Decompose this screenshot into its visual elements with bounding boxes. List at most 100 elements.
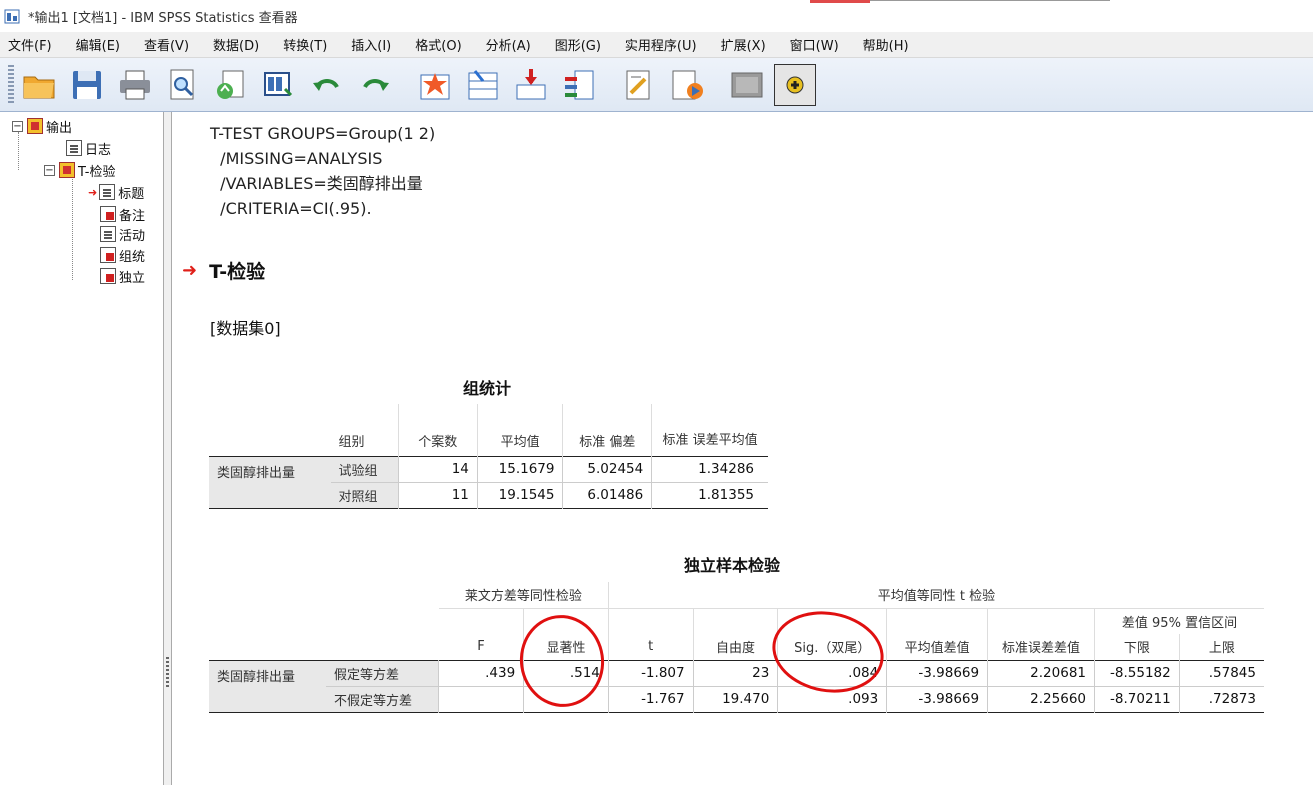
col-header: 组别 (338, 434, 365, 450)
syntax-line: T-TEST GROUPS=Group(1 2) (210, 124, 436, 143)
variable-label: 类固醇排出量 (209, 660, 326, 713)
variable-label: 类固醇排出量 (209, 456, 331, 509)
print-icon[interactable] (114, 64, 156, 106)
menu-window[interactable]: 窗口(W) (790, 35, 839, 54)
menu-view[interactable]: 查看(V) (144, 35, 189, 54)
menu-transform[interactable]: 转换(T) (283, 35, 327, 54)
splitter-handle[interactable] (166, 657, 169, 687)
cell-se[interactable]: 1.81355 (651, 482, 768, 508)
menu-data[interactable]: 数据(D) (213, 35, 259, 54)
goto-data-icon[interactable] (414, 64, 456, 106)
col-header: 下限 (1094, 634, 1180, 660)
cell-se[interactable]: 1.34286 (651, 456, 768, 482)
cell-n[interactable]: 14 (397, 456, 478, 482)
group-label: 试验组 (330, 456, 399, 482)
menu-utilities[interactable]: 实用程序(U) (625, 35, 697, 54)
cell-sig-2tailed[interactable]: .084 (777, 660, 887, 686)
group-stats-table[interactable]: 组别 个案数 平均值 标准 偏差 标准 误差平均值 类固醇排出量 试验组 14 … (209, 404, 768, 509)
cell-f[interactable]: .439 (438, 660, 524, 686)
menu-help[interactable]: 帮助(H) (863, 35, 909, 54)
redo-icon[interactable] (354, 64, 396, 106)
outline-item-ind-test[interactable]: 独立 (100, 266, 145, 286)
cell-ci-lower[interactable]: -8.55182 (1094, 660, 1180, 686)
cell-mean[interactable]: 15.1679 (476, 456, 563, 482)
menu-file[interactable]: 文件(F) (8, 35, 52, 54)
collapse-icon[interactable]: − (12, 120, 23, 132)
add-icon[interactable] (774, 63, 816, 106)
row-label: 假定等方差 (325, 660, 439, 686)
cell-ci-upper[interactable]: .57845 (1178, 660, 1264, 686)
goto-variable-icon[interactable] (510, 64, 552, 106)
output-content[interactable]: T-TEST GROUPS=Group(1 2) /MISSING=ANALYS… (172, 112, 1313, 785)
toolbar (0, 58, 1313, 112)
cell-ci-upper[interactable]: .72873 (1178, 686, 1264, 712)
outline-ttest[interactable]: − T-检验 (44, 160, 115, 180)
cell-ci-lower[interactable]: -8.70211 (1094, 686, 1180, 712)
save-icon[interactable] (66, 64, 108, 106)
current-arrow-icon: ➜ (182, 260, 198, 281)
title-decoration-line (870, 0, 1110, 1)
cell-sig[interactable] (523, 686, 609, 712)
cell-mean[interactable]: 19.1545 (476, 482, 563, 508)
table-row: 类固醇排出量 试验组 14 15.1679 5.02454 1.34286 (209, 456, 768, 509)
cell-t[interactable]: -1.807 (607, 660, 694, 686)
pane-splitter[interactable] (164, 112, 172, 785)
outline-log[interactable]: 日志 (66, 138, 111, 158)
outline-root[interactable]: − 输出 (12, 116, 72, 136)
outline-item-active[interactable]: 活动 (100, 224, 145, 244)
cell-mean-diff[interactable]: -3.98669 (886, 660, 988, 686)
cell-n[interactable]: 11 (397, 482, 478, 508)
cell-mean-diff[interactable]: -3.98669 (886, 686, 988, 712)
recall-dialog-icon[interactable] (258, 64, 300, 106)
cell-sd[interactable]: 5.02454 (562, 456, 652, 482)
outline-item-title[interactable]: ➜ 标题 (88, 182, 144, 202)
outline-item-group-stats[interactable]: 组统 (100, 245, 145, 265)
menu-graphs[interactable]: 图形(G) (555, 35, 601, 54)
cell-sig-2tailed[interactable]: .093 (777, 686, 887, 712)
col-header: 显著性 (523, 634, 609, 660)
col-header: 个案数 (397, 404, 478, 456)
print-preview-icon[interactable] (162, 64, 204, 106)
cell-sig[interactable]: .514 (523, 660, 609, 686)
menu-insert[interactable]: 插入(I) (351, 35, 391, 54)
cell-df[interactable]: 23 (692, 660, 778, 686)
window-title: *输出1 [文档1] - IBM SPSS Statistics 查看器 (28, 10, 298, 26)
col-header: F (477, 639, 485, 655)
col-header: t (607, 634, 694, 660)
designated-window-icon[interactable] (726, 64, 768, 106)
cell-sd[interactable]: 6.01486 (562, 482, 652, 508)
menu-format[interactable]: 格式(O) (415, 35, 461, 54)
col-header: 标准误差差值 (987, 634, 1095, 660)
cell-df[interactable]: 19.470 (692, 686, 778, 712)
cell-se-diff[interactable]: 2.25660 (987, 686, 1095, 712)
insert-text-icon[interactable] (666, 64, 708, 106)
menu-analyze[interactable]: 分析(A) (486, 35, 531, 54)
row-label: 不假定等方差 (325, 686, 439, 712)
goto-case-icon[interactable] (462, 64, 504, 106)
syntax-line: /CRITERIA=CI(.95). (210, 199, 372, 218)
toolbar-grip[interactable] (8, 64, 14, 105)
syntax-line: /VARIABLES=类固醇排出量 (210, 174, 423, 193)
cell-t[interactable]: -1.767 (607, 686, 694, 712)
menu-bar: 文件(F) 编辑(E) 查看(V) 数据(D) 转换(T) 插入(I) 格式(O… (0, 32, 1313, 58)
open-folder-icon[interactable] (18, 64, 60, 106)
title-icon (99, 184, 116, 200)
outline-item-notes[interactable]: 备注 (100, 204, 145, 224)
current-arrow-icon: ➜ (88, 185, 98, 199)
cell-se-diff[interactable]: 2.20681 (987, 660, 1095, 686)
ttest-book-icon (59, 162, 75, 178)
cell-f[interactable] (438, 686, 524, 712)
collapse-icon[interactable]: − (44, 164, 55, 176)
syntax-line: /MISSING=ANALYSIS (210, 149, 383, 168)
export-icon[interactable] (210, 64, 252, 106)
menu-extensions[interactable]: 扩展(X) (721, 35, 766, 54)
insert-title-icon[interactable] (618, 64, 660, 106)
undo-icon[interactable] (306, 64, 348, 106)
variables-icon[interactable] (558, 64, 600, 106)
outline-pane[interactable]: − 输出 日志 − T-检验 ➜ 标题 备注 活动 组统 独立 (0, 112, 164, 785)
table-row: 类固醇排出量 假定等方差 .439 .514 -1.807 23 .084 -3… (209, 660, 1264, 713)
spss-app-icon (4, 7, 22, 25)
ind-test-table[interactable]: 莱文方差等同性检验 平均值等同性 t 检验 差值 95% 置信区间 F 显著性 … (209, 582, 1264, 713)
menu-edit[interactable]: 编辑(E) (76, 35, 120, 54)
title-bar: *输出1 [文档1] - IBM SPSS Statistics 查看器 (0, 0, 1313, 32)
